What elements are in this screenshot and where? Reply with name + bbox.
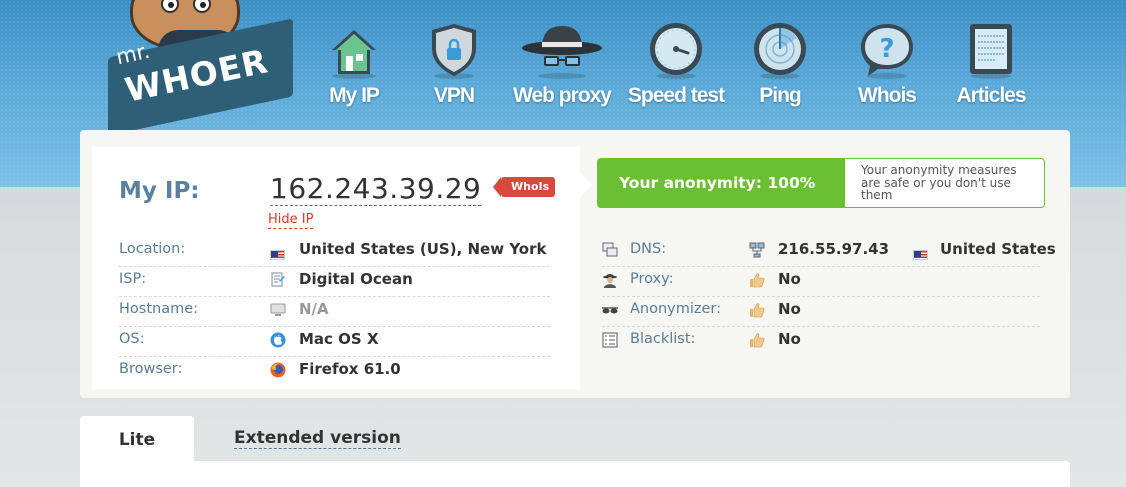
us-flag-icon xyxy=(270,245,286,261)
row-value: 216.55.97.43 xyxy=(778,240,890,258)
nav-label: My IP xyxy=(329,84,380,107)
thumbs-up-icon xyxy=(750,333,765,348)
question-bubble-icon: ? xyxy=(861,24,913,79)
nav-label: Ping xyxy=(759,84,802,107)
row-label: Blacklist: xyxy=(630,331,696,347)
info-row-location: Location: United States (US), New York xyxy=(119,237,550,267)
row-value: N/A xyxy=(299,300,329,318)
info-row-dns: DNS: 216.55.97.43 United States xyxy=(602,237,1056,267)
radar-icon xyxy=(754,23,806,79)
nav-item-web-proxy[interactable]: Web proxy xyxy=(507,18,617,118)
list-icon xyxy=(602,332,618,348)
network-icon xyxy=(749,242,765,258)
nav-item-vpn[interactable]: VPN xyxy=(399,18,509,118)
my-ip-label: My IP: xyxy=(119,178,200,204)
nav-label: Whois xyxy=(858,84,917,107)
svg-text:?: ? xyxy=(879,34,894,64)
main-nav: My IP VPN Web proxy Speed test Ping ? Wh… xyxy=(0,0,1126,120)
shield-lock-icon xyxy=(432,24,476,79)
ip-address[interactable]: 162.243.39.29 xyxy=(270,173,482,206)
info-row-anonymizer: Anonymizer: No xyxy=(602,297,1040,327)
info-row-hostname: Hostname: N/A xyxy=(119,297,550,327)
nav-item-articles[interactable]: Articles xyxy=(936,18,1046,118)
info-row-proxy: Proxy: No xyxy=(602,267,1040,297)
nav-item-ping[interactable]: Ping xyxy=(725,18,835,118)
info-row-blacklist: Blacklist: No xyxy=(602,327,1040,357)
row-label: ISP: xyxy=(119,271,147,287)
row-label: Proxy: xyxy=(630,271,674,287)
thumbs-up-icon xyxy=(750,273,765,288)
tab-lite[interactable]: Lite xyxy=(80,416,194,487)
anonymity-score: Your anonymity: 100% xyxy=(597,158,859,208)
speedometer-icon xyxy=(650,23,702,79)
whois-badge-button[interactable]: WhoIs xyxy=(492,177,556,197)
firefox-icon xyxy=(270,362,286,378)
row-value: Digital Ocean xyxy=(299,270,413,288)
row-value: No xyxy=(778,300,801,318)
tab-content xyxy=(80,461,1070,487)
row-value: United States (US), New York xyxy=(299,240,547,258)
nav-label: VPN xyxy=(433,84,475,107)
row-value: No xyxy=(778,330,801,348)
row-label: Anonymizer: xyxy=(630,301,722,317)
row-label: Location: xyxy=(119,241,186,257)
info-row-isp: ISP: Digital Ocean xyxy=(119,267,550,297)
row-value: Firefox 61.0 xyxy=(299,360,401,378)
dns-icon xyxy=(602,242,618,257)
apple-icon xyxy=(270,332,286,348)
row-label: Hostname: xyxy=(119,301,199,317)
dns-country: United States xyxy=(940,240,1056,258)
row-value: Mac OS X xyxy=(299,330,379,348)
nav-item-whois[interactable]: ? Whois xyxy=(832,18,942,118)
nav-label: Articles xyxy=(956,84,1026,107)
nav-label: Web proxy xyxy=(513,84,612,107)
anonymity-note: Your anonymity measures are safe or you … xyxy=(831,158,1045,208)
row-value: No xyxy=(778,270,801,288)
row-label: DNS: xyxy=(630,241,667,257)
nav-item-speed-test[interactable]: Speed test xyxy=(621,18,731,118)
spy-hat-icon xyxy=(522,26,602,79)
nav-label: Speed test xyxy=(627,84,725,107)
nav-item-my-ip[interactable]: My IP xyxy=(299,18,409,118)
row-label: OS: xyxy=(119,331,145,347)
us-flag-icon xyxy=(913,245,929,261)
isp-icon xyxy=(271,272,285,287)
info-row-browser: Browser: Firefox 61.0 xyxy=(119,357,550,387)
hide-ip-link[interactable]: Hide IP xyxy=(268,212,314,229)
glasses-icon xyxy=(602,307,618,314)
spy-icon xyxy=(603,274,617,288)
row-label: Browser: xyxy=(119,361,183,377)
document-icon xyxy=(970,24,1012,79)
thumbs-up-icon xyxy=(750,303,765,318)
house-icon xyxy=(332,30,376,79)
computer-icon xyxy=(270,303,286,316)
tab-extended-version[interactable]: Extended version xyxy=(234,428,401,449)
info-row-os: OS: Mac OS X xyxy=(119,327,550,357)
